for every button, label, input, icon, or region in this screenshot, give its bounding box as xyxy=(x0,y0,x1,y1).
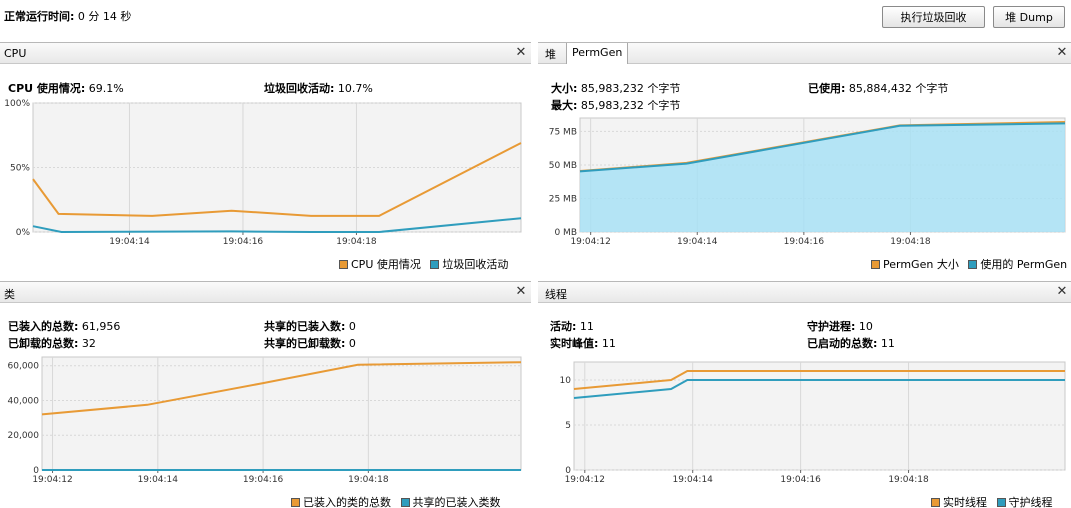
cpu-usage-value: 69.1% xyxy=(88,82,124,95)
x-tick-label: 19:04:14 xyxy=(138,475,179,485)
swatch-icon xyxy=(931,498,940,507)
threads-panel-header: 线程 ✕ xyxy=(538,281,1071,303)
threads-chart: 051019:04:12 19:04:14 19:04:16 19:04:18 xyxy=(560,361,1066,485)
x-tick-label: 19:04:14 xyxy=(109,237,150,247)
y-tick-label: 40,000 xyxy=(8,396,40,406)
x-tick-label: 19:04:16 xyxy=(780,475,821,485)
x-tick-label: 19:04:16 xyxy=(243,475,284,485)
y-tick-label: 50% xyxy=(10,164,30,174)
shared-unloaded-stat: 共享的已卸载数: 0 xyxy=(264,337,356,350)
x-tick-label: 19:04:12 xyxy=(565,475,605,485)
swatch-icon xyxy=(400,498,410,507)
threads-live-stat: 活动: 11 xyxy=(550,320,594,333)
y-tick-label: 25 MB xyxy=(549,194,577,204)
uptime-value: 0 分 14 秒 xyxy=(77,10,132,23)
swatch-icon xyxy=(968,260,978,269)
permgen-max-stat: 最大: 85,983,232 个字节 xyxy=(551,99,681,112)
cpu-panel-header: CPU ✕ xyxy=(0,42,531,64)
legend-item: PermGen 大小 xyxy=(871,258,959,271)
uptime-readout: 正常运行时间: 0 分 14 秒 xyxy=(4,8,131,24)
close-icon[interactable]: ✕ xyxy=(1055,284,1069,300)
heap-panel-header: 堆 PermGen ✕ xyxy=(538,42,1071,64)
swatch-icon xyxy=(291,498,300,507)
x-tick-label: 19:04:14 xyxy=(677,237,718,247)
x-tick-label: 19:04:14 xyxy=(672,475,713,485)
threads-legend: 实时线程 守护线程 xyxy=(931,494,1053,508)
swatch-icon xyxy=(871,260,880,269)
permgen-size-stat: 大小: 85,983,232 个字节 xyxy=(551,82,681,95)
legend-item: CPU 使用情况 xyxy=(339,258,421,271)
y-tick-label: 50 MB xyxy=(549,161,577,171)
x-tick-label: 19:04:16 xyxy=(223,237,264,247)
swatch-icon xyxy=(339,260,348,269)
gc-activity-value: 10.7% xyxy=(337,82,373,95)
cpu-panel-title: CPU xyxy=(4,47,27,60)
cpu-chart: 0% 50% 100% 19:04:14 19:04:16 19:04:18 xyxy=(4,99,522,247)
classes-loaded-stat: 已装入的总数: 61,956 xyxy=(8,320,121,333)
classes-panel-title: 类 xyxy=(4,288,15,301)
y-tick-label: 20,000 xyxy=(8,431,40,441)
permgen-chart: 0 MB25 MB50 MB75 MB19:04:12 19:04:14 19:04… xyxy=(549,117,1066,247)
y-tick-label: 75 MB xyxy=(549,127,577,137)
plot-area xyxy=(41,356,522,471)
tab-heap[interactable]: 堆 xyxy=(540,43,561,64)
x-tick-label: 19:04:18 xyxy=(336,237,377,247)
uptime-label: 正常运行时间: xyxy=(4,10,75,23)
x-tick-label: 19:04:18 xyxy=(348,475,389,485)
legend-item: 共享的已装入类数 xyxy=(400,496,501,508)
heap-dump-button[interactable]: 堆 Dump xyxy=(993,6,1065,28)
swatch-icon xyxy=(996,498,1006,507)
x-tick-label: 19:04:16 xyxy=(784,237,825,247)
gc-activity-stat: 垃圾回收活动: 10.7% xyxy=(264,82,373,95)
y-tick-label: 5 xyxy=(565,421,571,431)
classes-legend: 已装入的类的总数 共享的已装入类数 xyxy=(291,494,501,508)
classes-chart: 020,00040,00060,00019:04:12 19:04:14 19:04… xyxy=(8,356,522,485)
classes-unloaded-stat: 已卸载的总数: 32 xyxy=(8,337,96,350)
cpu-legend: CPU 使用情况 垃圾回收活动 xyxy=(339,256,508,272)
permgen-legend: PermGen 大小 使用的 PermGen xyxy=(871,256,1067,272)
threads-panel-title: 线程 xyxy=(545,288,567,301)
legend-item: 实时线程 xyxy=(931,496,987,508)
x-tick-label: 19:04:18 xyxy=(888,475,929,485)
y-tick-label: 60,000 xyxy=(8,362,40,372)
threads-started-stat: 已启动的总数: 11 xyxy=(807,337,895,350)
x-tick-label: 19:04:18 xyxy=(890,237,931,247)
close-icon[interactable]: ✕ xyxy=(514,45,528,61)
legend-item: 垃圾回收活动 xyxy=(430,258,508,271)
legend-item: 守护线程 xyxy=(996,496,1053,508)
threads-peak-stat: 实时峰值: 11 xyxy=(550,337,616,350)
tab-permgen[interactable]: PermGen xyxy=(566,43,629,64)
y-tick-label: 0% xyxy=(16,228,31,238)
x-tick-label: 19:04:12 xyxy=(570,237,610,247)
close-icon[interactable]: ✕ xyxy=(1055,45,1069,61)
legend-item: 已装入的类的总数 xyxy=(291,496,391,508)
plot-area xyxy=(573,361,1066,471)
y-tick-label: 10 xyxy=(560,376,572,386)
shared-loaded-stat: 共享的已装入数: 0 xyxy=(264,320,356,333)
threads-daemon-stat: 守护进程: 10 xyxy=(807,320,873,333)
y-tick-label: 100% xyxy=(4,99,30,109)
legend-item: 使用的 PermGen xyxy=(968,258,1067,271)
x-tick-label: 19:04:12 xyxy=(32,475,72,485)
swatch-icon xyxy=(430,260,440,269)
classes-panel-header: 类 ✕ xyxy=(0,281,531,303)
permgen-used-stat: 已使用: 85,884,432 个字节 xyxy=(808,82,949,95)
close-icon[interactable]: ✕ xyxy=(514,284,528,300)
cpu-usage-stat: CPU 使用情况: 69.1% xyxy=(8,82,124,95)
perform-gc-button[interactable]: 执行垃圾回收 xyxy=(882,6,985,28)
